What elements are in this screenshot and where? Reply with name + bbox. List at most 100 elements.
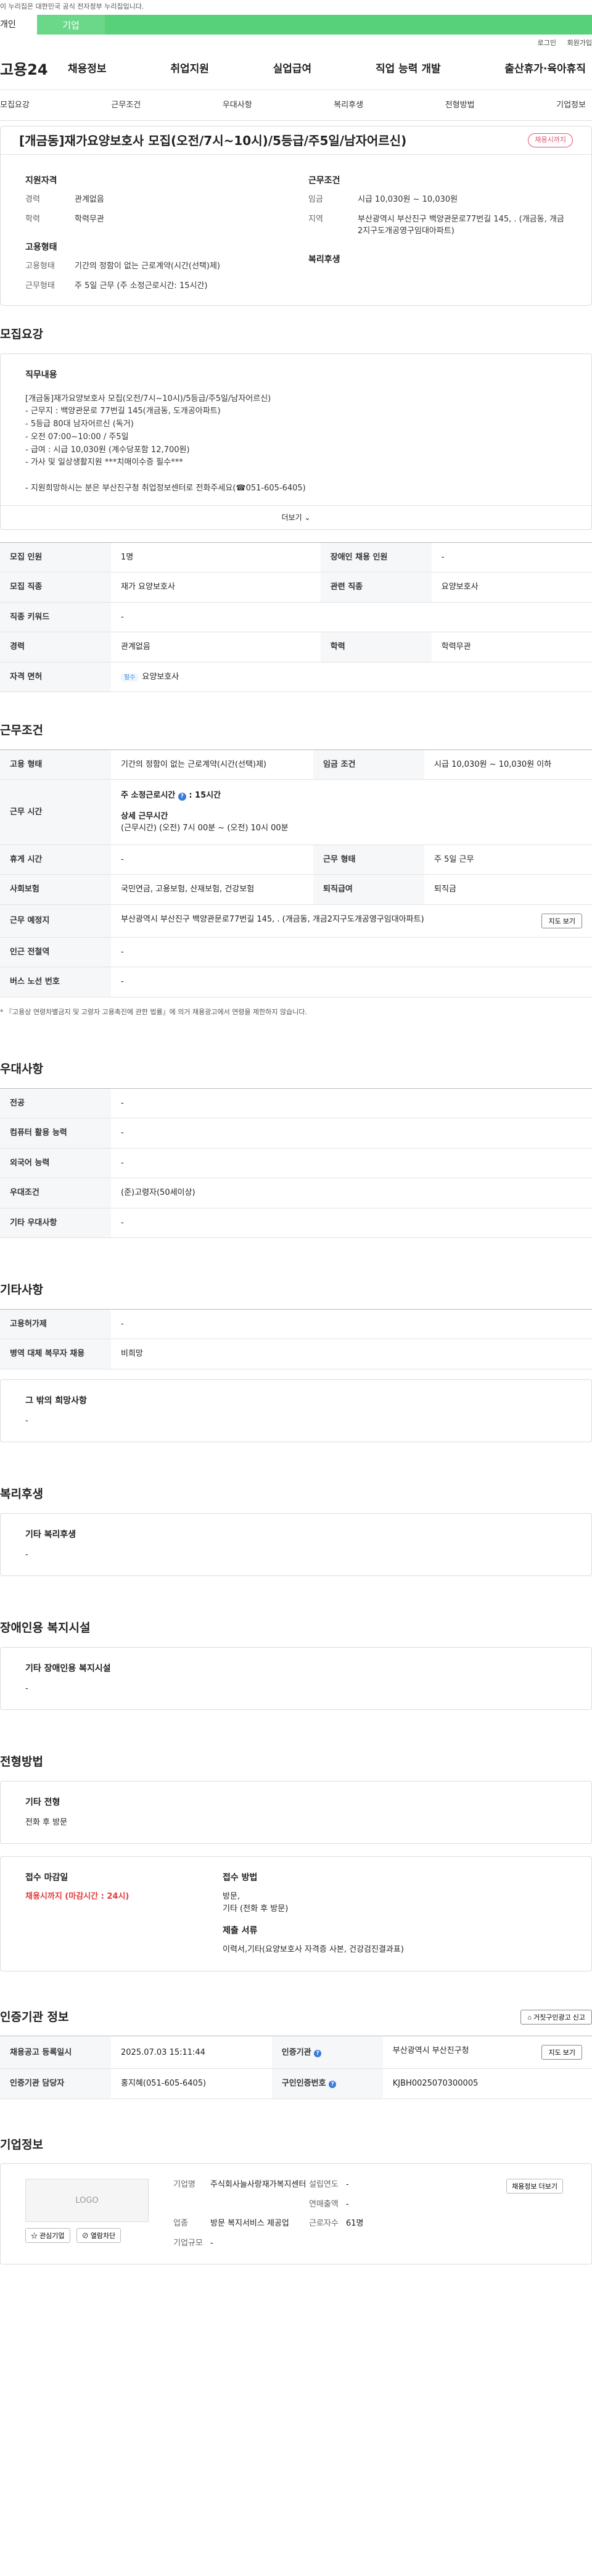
etc-wishes-title: 그 밖의 희망사항 [25, 1395, 87, 1406]
nav-jobs[interactable]: 채용정보 [68, 62, 107, 78]
cell-header: 전공 [0, 1088, 111, 1119]
block-label: 열람차단 [90, 2232, 116, 2240]
login-link[interactable]: 로그인 [538, 39, 556, 47]
cell-value: 재가 요양보호사 [111, 572, 321, 603]
favorite-company-button[interactable]: ☆ 관심기업 [25, 2228, 70, 2244]
table-row: 버스 노선 번호 - [0, 967, 592, 997]
cell-value: 요양보호사 [431, 572, 592, 603]
industry-label: 업종 [173, 2219, 188, 2229]
table-row: 직종 키워드 - [0, 602, 592, 633]
cell-header: 경력 [0, 632, 111, 663]
etc-wishes-box: 그 밖의 희망사항 - [0, 1379, 592, 1443]
company-jobs-button[interactable]: 채용정보 더보기 [506, 2179, 563, 2194]
anchor-company[interactable]: 기업정보 [556, 99, 586, 112]
tab-personal[interactable]: 개인 [0, 15, 37, 35]
hours-detail: (근무시간) (오전) 7시 00분 ~ (오전) 10시 00분 [121, 824, 289, 833]
cell-value: - [111, 1308, 592, 1340]
favorite-label: 관심기업 [39, 2232, 65, 2240]
nav-maternity[interactable]: 출산휴가·육아휴직 [504, 62, 586, 78]
cell-value: - [111, 1148, 592, 1179]
cell-value: KJBH0025070300005 [382, 2068, 592, 2099]
career-value: 관계없음 [75, 195, 104, 204]
anchor-conditions[interactable]: 근무조건 [111, 99, 141, 112]
cell-value: - [111, 602, 592, 633]
chevron-down-icon: ⌄ [304, 513, 311, 522]
conditions-table: 고용 형태 기간의 정함이 없는 근로계약(시간(선택)제) 임금 조건 시급 10,… [0, 749, 592, 997]
more-label: 더보기 [281, 513, 302, 522]
screening-box-title: 기타 전형 [25, 1797, 60, 1807]
info-icon[interactable]: ? [314, 2049, 322, 2057]
preference-table: 전공 - 컴퓨터 활용 능력 - 외국어 능력 - 우대조건 (준)고령자(50세이상)… [0, 1088, 592, 1239]
block-button[interactable]: ⊘ 열람차단 [76, 2228, 121, 2244]
weekly-hours-label: 주 소정근로시간 [121, 791, 176, 801]
cell-header: 장애인 채용 인원 [320, 542, 432, 573]
info-icon[interactable]: ? [329, 2081, 337, 2089]
hours-cell: 주 소정근로시간 ? : 15시간 상세 근무시간 (근무시간) (오전) 7시… [111, 779, 592, 845]
cell-header: 구인인증번호 ? [271, 2068, 383, 2099]
home-icon: ⌂ [527, 2014, 532, 2022]
utility-links: 로그인 회원가입 [0, 35, 592, 49]
qualification-heading: 지원자격 [25, 176, 57, 186]
area-label: 지역 [308, 214, 323, 224]
tab-business[interactable]: 기업 [37, 15, 105, 35]
cell-header: 임금 조건 [313, 749, 425, 780]
anchor-welfare[interactable]: 복리후생 [334, 99, 363, 112]
cell-value: 필수 요양보호사 [111, 662, 592, 693]
table-row: 고용허가제 - [0, 1308, 592, 1340]
table-row: 고용 형태 기간의 정함이 없는 근로계약(시간(선택)제) 임금 조건 시급 10,… [0, 749, 592, 780]
edu-label: 학력 [25, 214, 40, 224]
company-name-label: 기업명 [173, 2180, 195, 2190]
welfare-box: 기타 복리후생 - [0, 1513, 592, 1577]
emp-type-value: 기간의 정함이 없는 근로계약(시간(선택)제) [75, 262, 221, 271]
wage-value: 시급 10,030원 ~ 10,030원 [358, 195, 458, 204]
disabled-box: 기타 장애인용 복지시설 - [0, 1646, 592, 1711]
report-button[interactable]: ⌂ 거짓구인광고 신고 [520, 2010, 592, 2025]
deadline-title: 접수 마감일 [25, 1873, 68, 1883]
table-row: 컴퓨터 활용 능력 - [0, 1118, 592, 1149]
cell-header: 버스 노선 번호 [0, 967, 111, 997]
more-button[interactable]: 더보기 ⌄ [1, 505, 591, 529]
anchor-recruit[interactable]: 모집요강 [0, 99, 30, 112]
cell-header: 우대조건 [0, 1178, 111, 1208]
table-row: 기타 우대사항 - [0, 1208, 592, 1239]
cell-header: 사회보험 [0, 874, 111, 905]
career-label: 경력 [25, 195, 40, 204]
section-etc-title: 기타사항 [0, 1283, 43, 1297]
anchor-preference[interactable]: 우대사항 [223, 99, 252, 112]
place-value: 부산광역시 부산진구 백양관문로77번길 145, . (개금동, 개금2지구도… [121, 914, 424, 924]
map-button[interactable]: 지도 보기 [541, 913, 582, 928]
info-icon[interactable]: ? [178, 793, 186, 801]
cell-header: 인증기관 ? [271, 2036, 383, 2070]
section-company-title: 기업정보 [0, 2137, 43, 2152]
cell-value: 비희망 [111, 1339, 592, 1369]
cell-header: 컴퓨터 활용 능력 [0, 1118, 111, 1149]
emp-type-heading: 고용형태 [25, 242, 57, 252]
table-row: 인근 전철역 - [0, 937, 592, 968]
site-logo[interactable]: 고용24 [0, 59, 68, 81]
cell-header: 인근 전철역 [0, 937, 111, 968]
cell-value: - [111, 844, 314, 875]
est-value: - [346, 2180, 349, 2190]
company-logo: LOGO [25, 2179, 149, 2223]
company-box: LOGO ☆ 관심기업 ⊘ 열람차단 기업명 주식회사늘사랑재가복지센터 설립연도… [0, 2163, 592, 2265]
agency-map-button[interactable]: 지도 보기 [541, 2045, 582, 2060]
employees-label: 근로자수 [309, 2219, 339, 2229]
cell-header: 고용허가제 [0, 1308, 111, 1340]
nav-unemployment[interactable]: 실업급여 [273, 62, 312, 78]
area-value: 부산광역시 부산진구 백양관문로77번길 145, . (개금동, 개금2지구도… [358, 214, 564, 236]
cell-value: - [111, 937, 592, 968]
hours-detail-title: 상세 근무시간 [121, 811, 168, 821]
cell-header: 외국어 능력 [0, 1148, 111, 1179]
nav-training[interactable]: 직업 능력 개발 [376, 62, 441, 78]
cell-value: 주 5일 근무 [424, 844, 592, 875]
anchor-screening[interactable]: 전형방법 [445, 99, 475, 112]
nav-employment-support[interactable]: 취업지원 [170, 62, 209, 78]
work-form-value: 주 5일 근무 (주 소정근로시간: 15시간) [75, 281, 208, 291]
signup-link[interactable]: 회원가입 [567, 39, 592, 47]
company-name-value: 주식회사늘사랑재가복지센터 [210, 2180, 306, 2190]
cell-header: 병역 대체 복무자 채용 [0, 1339, 111, 1369]
cell-value: 2025.07.03 15:11:44 [111, 2036, 272, 2070]
application-box: 접수 마감일 채용시까지 (마감시간 : 24시) 접수 방법 방문, 기타 (… [0, 1856, 592, 1971]
table-row: 경력 관계없음 학력 학력무관 [0, 632, 592, 663]
welfare-box-title: 기타 복리후생 [25, 1529, 76, 1540]
